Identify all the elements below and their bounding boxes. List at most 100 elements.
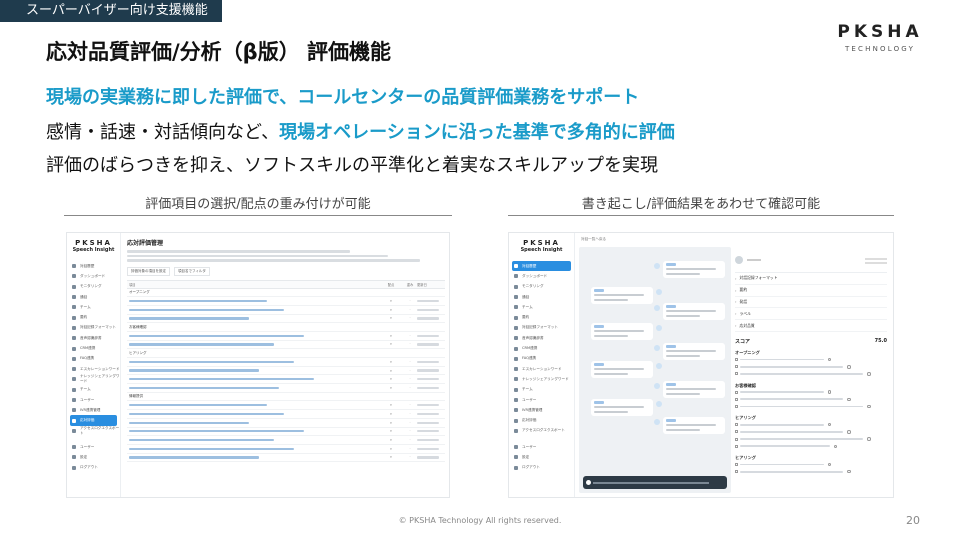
sidebar-item[interactable]: モニタリング — [509, 282, 574, 292]
sidebar-item[interactable]: エスカレーションワード — [67, 364, 120, 374]
score-cell[interactable]: ▾ — [379, 438, 403, 442]
sidebar-item[interactable]: チーム — [509, 302, 574, 312]
utterance-bubble[interactable] — [591, 323, 653, 340]
table-row[interactable]: ▾ · — [127, 341, 445, 350]
radio-button[interactable] — [827, 462, 832, 467]
checklist-item[interactable] — [735, 389, 887, 396]
checklist-item[interactable] — [735, 356, 887, 363]
score-cell[interactable]: ▾ — [379, 412, 403, 416]
play-icon[interactable] — [586, 480, 591, 485]
accordion-item[interactable]: 対話記録フォーマット — [735, 273, 887, 285]
sidebar-item[interactable]: ナレッジシェアリングワード — [67, 374, 120, 384]
sidebar-item[interactable]: ダッシュボード — [67, 271, 120, 281]
checkbox[interactable] — [735, 390, 738, 394]
table-row[interactable]: ▾ · — [127, 419, 445, 428]
radio-button[interactable] — [847, 469, 851, 474]
checklist-item[interactable] — [735, 396, 887, 403]
breadcrumb[interactable]: 対話一覧へ戻る — [581, 237, 606, 242]
utterance-bubble[interactable] — [663, 303, 725, 320]
sidebar-item[interactable]: IVR連携管理 — [509, 405, 574, 415]
accordion-item[interactable]: ラベル — [735, 308, 887, 321]
accordion-item[interactable]: 要約 — [735, 285, 887, 297]
sidebar-item[interactable]: 対話履歴 — [67, 261, 120, 271]
checkbox[interactable] — [735, 423, 738, 427]
radio-button[interactable] — [847, 397, 851, 402]
radio-button[interactable] — [833, 444, 838, 449]
score-cell[interactable]: ▾ — [379, 334, 403, 338]
sidebar-item[interactable]: FAQ連携 — [67, 354, 120, 364]
checkbox[interactable] — [735, 437, 738, 441]
sidebar-item[interactable]: 応対評価 — [509, 415, 574, 425]
checkbox[interactable] — [735, 405, 738, 409]
audio-player[interactable] — [583, 476, 727, 489]
sidebar-item[interactable]: 設定 — [509, 452, 574, 462]
sidebar-item[interactable]: チーム — [67, 385, 120, 395]
sidebar-item[interactable]: IVR連携管理 — [67, 405, 120, 415]
score-cell[interactable]: ▾ — [379, 447, 403, 451]
radio-button[interactable] — [867, 372, 871, 376]
table-row[interactable]: ▾ · — [127, 367, 445, 376]
score-cell[interactable]: ▾ — [379, 429, 403, 433]
checklist-item[interactable] — [735, 428, 887, 435]
score-cell[interactable]: ▾ — [379, 316, 403, 320]
sidebar-item[interactable]: ユーザー — [509, 442, 574, 452]
sidebar-item[interactable]: 音声認識辞書 — [509, 333, 574, 343]
sidebar-item[interactable]: 音声認識辞書 — [67, 333, 120, 343]
sidebar-item[interactable]: ログアウト — [509, 463, 574, 473]
table-row[interactable]: ▾ · — [127, 306, 445, 315]
checkbox[interactable] — [735, 365, 738, 369]
checklist-item[interactable] — [735, 421, 887, 428]
table-row[interactable]: ▾ · — [127, 315, 445, 324]
table-row[interactable]: ▾ · — [127, 428, 445, 437]
checklist-item[interactable] — [735, 363, 887, 370]
sidebar-item[interactable]: 通話 — [67, 292, 120, 302]
sidebar-item[interactable]: モニタリング — [67, 282, 120, 292]
utterance-bubble[interactable] — [663, 261, 725, 278]
radio-button[interactable] — [867, 437, 871, 441]
sidebar-item[interactable]: 対話記録フォーマット — [67, 323, 120, 333]
sidebar-item[interactable]: CRM連携 — [509, 343, 574, 353]
utterance-bubble[interactable] — [663, 381, 725, 398]
checklist-item[interactable] — [735, 403, 887, 410]
checkbox[interactable] — [735, 372, 738, 376]
checkbox[interactable] — [735, 462, 738, 466]
table-row[interactable]: ▾ · — [127, 445, 445, 454]
radio-button[interactable] — [847, 365, 851, 369]
table-row[interactable]: ▾ · — [127, 454, 445, 463]
score-cell[interactable]: ▾ — [379, 360, 403, 364]
sidebar-item[interactable]: ユーザー — [509, 395, 574, 405]
score-cell[interactable]: ▾ — [379, 308, 403, 312]
radio-button[interactable] — [847, 430, 851, 434]
sidebar-item[interactable]: ユーザー — [67, 395, 120, 405]
sidebar-item[interactable]: FAQ連携 — [509, 354, 574, 364]
radio-button[interactable] — [827, 422, 832, 427]
radio-button[interactable] — [827, 357, 832, 362]
table-row[interactable]: ▾ · — [127, 436, 445, 445]
accordion-item[interactable]: 応対品質 — [735, 320, 887, 332]
utterance-bubble[interactable] — [663, 417, 725, 434]
utterance-bubble[interactable] — [663, 343, 725, 360]
checkbox[interactable] — [735, 444, 738, 448]
utterance-bubble[interactable] — [591, 287, 653, 304]
radio-button[interactable] — [827, 390, 832, 394]
table-row[interactable]: ▾ · — [127, 401, 445, 411]
sidebar-item[interactable]: ログアウト — [67, 463, 120, 473]
score-cell[interactable]: ▾ — [379, 403, 403, 407]
audio-progress-bar[interactable] — [593, 482, 709, 484]
score-cell[interactable]: ▾ — [379, 455, 403, 459]
score-cell[interactable]: ▾ — [379, 421, 403, 425]
sidebar-item[interactable]: 要約 — [67, 312, 120, 322]
sidebar-item[interactable]: ユーザー — [67, 442, 120, 452]
checklist-item[interactable] — [735, 443, 887, 450]
score-cell[interactable]: ▾ — [379, 377, 403, 381]
score-cell[interactable]: ▾ — [379, 299, 403, 303]
sidebar-item[interactable]: エスカレーションワード — [509, 364, 574, 374]
checklist-item[interactable] — [735, 435, 887, 442]
sidebar-item[interactable]: チーム — [509, 385, 574, 395]
checklist-item[interactable] — [735, 468, 887, 475]
table-row[interactable]: ▾ · — [127, 384, 445, 393]
sidebar-item[interactable]: ナレッジシェアリングワード — [509, 374, 574, 384]
sidebar-item[interactable]: アクセスログエクスポート — [67, 426, 120, 436]
checkbox[interactable] — [735, 430, 738, 434]
utterance-bubble[interactable] — [591, 361, 653, 378]
